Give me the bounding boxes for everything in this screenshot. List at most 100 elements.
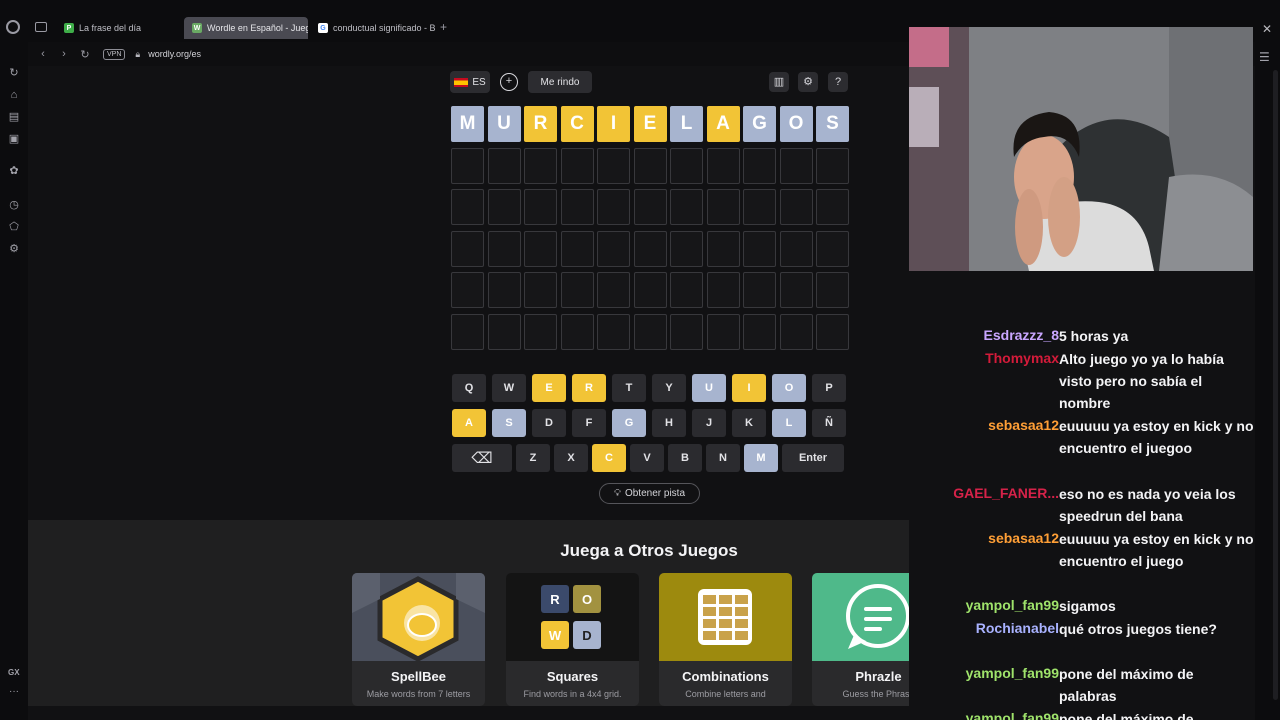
board-tile: [524, 189, 557, 225]
key-n[interactable]: N: [706, 444, 740, 472]
chat-message-text: pone del máximo de palabras: [1059, 665, 1194, 704]
board-tile: [816, 230, 849, 267]
forward-icon[interactable]: ›: [58, 48, 70, 60]
key-y[interactable]: Y: [652, 374, 686, 402]
chat-username[interactable]: Rochianabel: [976, 620, 1059, 636]
board-tile: [487, 313, 521, 350]
backspace-key-icon[interactable]: ⌫: [452, 444, 512, 472]
tab-wordle[interactable]: W Wordle en Español - Juego: [184, 17, 308, 39]
key-q[interactable]: Q: [452, 374, 486, 402]
reload-icon[interactable]: ↻: [79, 48, 91, 61]
combinations-icon: [659, 573, 792, 661]
board-tile: [670, 189, 703, 225]
board-tile: [779, 147, 813, 184]
tab-conductual[interactable]: G conductual significado - B: [310, 17, 436, 39]
board-tile: [816, 189, 849, 225]
key-l[interactable]: L: [772, 409, 806, 437]
chat-username[interactable]: Thomymax: [985, 350, 1059, 366]
board-tile: M: [451, 106, 484, 142]
game-card-squares[interactable]: R O W D Squares Find words in a 4x4 grid…: [506, 573, 639, 706]
board-tile: [633, 147, 667, 184]
key-h[interactable]: H: [652, 409, 686, 437]
extensions-icon[interactable]: ⬠: [7, 220, 21, 234]
scrollbar[interactable]: [1273, 70, 1278, 700]
key-k[interactable]: K: [732, 409, 766, 437]
game-card-combinations[interactable]: Combinations Combine letters and: [659, 573, 792, 706]
url-field[interactable]: wordly.org/es: [148, 49, 201, 59]
key-w[interactable]: W: [492, 374, 526, 402]
chat-username[interactable]: yampol_fan99: [966, 665, 1059, 681]
key-v[interactable]: V: [630, 444, 664, 472]
tab-manager-icon[interactable]: [35, 22, 47, 32]
language-selector[interactable]: ES: [450, 71, 490, 93]
chat-message-text: pone del máximo de palabras: [1059, 710, 1194, 720]
chat-username[interactable]: sebasaa12: [988, 530, 1059, 546]
new-game-plus-icon[interactable]: +: [500, 73, 518, 91]
key-x[interactable]: X: [554, 444, 588, 472]
tab-label: La frase del día: [79, 23, 142, 33]
lock-icon: 🔒︎: [135, 48, 141, 59]
key-s[interactable]: S: [492, 409, 526, 437]
board-tile: [816, 272, 849, 308]
settings-icon[interactable]: ⚙: [798, 72, 818, 92]
stats-icon[interactable]: ▥: [769, 72, 789, 92]
enter-key[interactable]: Enter: [782, 444, 844, 472]
game-card-name: SpellBee: [391, 669, 446, 684]
key-p[interactable]: P: [812, 374, 846, 402]
vpn-badge[interactable]: VPN: [103, 48, 126, 60]
chat-username[interactable]: sebasaa12: [988, 417, 1059, 433]
key-e[interactable]: E: [532, 374, 566, 402]
history-icon[interactable]: ◷: [7, 198, 21, 212]
key-o[interactable]: O: [772, 374, 806, 402]
key-d[interactable]: D: [532, 409, 566, 437]
chat-username[interactable]: yampol_fan99: [966, 597, 1059, 613]
key-g[interactable]: G: [612, 409, 646, 437]
board-tile: [597, 313, 630, 350]
key-c[interactable]: C: [592, 444, 626, 472]
chat-username[interactable]: Esdrazzz_8: [984, 327, 1059, 343]
board-tile: [560, 230, 594, 267]
openai-icon[interactable]: ✿: [7, 164, 21, 178]
get-hint-button[interactable]: 💡︎ Obtener pista: [599, 483, 700, 504]
key-b[interactable]: B: [668, 444, 702, 472]
board-tile: [451, 230, 484, 267]
ai-icon[interactable]: ↻: [7, 66, 21, 80]
chat-username[interactable]: yampol_fan99: [966, 710, 1059, 720]
key-f[interactable]: F: [572, 409, 606, 437]
key-m[interactable]: M: [744, 444, 778, 472]
gx-corner-label[interactable]: GX: [8, 668, 20, 677]
key-r[interactable]: R: [572, 374, 606, 402]
board-tile: R: [524, 106, 557, 142]
board-tile: [706, 147, 740, 184]
game-card-description: Make words from 7 letters: [366, 689, 471, 699]
game-card-spellbee[interactable]: SpellBee Make words from 7 letters: [352, 573, 485, 706]
more-dots-icon[interactable]: ···: [9, 686, 19, 697]
board-tile: I: [597, 106, 630, 142]
new-tab-plus-icon[interactable]: +: [440, 20, 447, 34]
tab-la-frase[interactable]: P La frase del día: [56, 17, 182, 39]
chat-username[interactable]: GAEL_FANER...: [953, 485, 1059, 501]
key-a[interactable]: A: [452, 409, 486, 437]
key-z[interactable]: Z: [516, 444, 550, 472]
opera-logo-icon[interactable]: [6, 20, 20, 34]
board-tile: [743, 230, 776, 267]
settings-gear-icon[interactable]: ⚙: [7, 242, 21, 256]
help-icon[interactable]: ?: [828, 72, 848, 92]
streamer-webcam: [909, 27, 1253, 271]
store-icon[interactable]: ⌂: [7, 88, 21, 102]
board-tile: [524, 272, 557, 308]
twitch-icon[interactable]: ▤: [7, 110, 21, 124]
google-favicon-icon: G: [318, 23, 328, 33]
key-i[interactable]: I: [732, 374, 766, 402]
give-up-button[interactable]: Me rindo: [528, 71, 592, 93]
board-tile: [633, 272, 667, 308]
tab-label: Wordle en Español - Juego: [207, 23, 308, 33]
messenger-icon[interactable]: ▣: [7, 132, 21, 146]
key-ñ[interactable]: Ñ: [812, 409, 846, 437]
key-j[interactable]: J: [692, 409, 726, 437]
easy-setup-menu-icon[interactable]: ☰: [1259, 50, 1270, 64]
key-u[interactable]: U: [692, 374, 726, 402]
back-icon[interactable]: ‹: [37, 48, 49, 60]
window-close-icon[interactable]: ✕: [1262, 22, 1272, 36]
key-t[interactable]: T: [612, 374, 646, 402]
